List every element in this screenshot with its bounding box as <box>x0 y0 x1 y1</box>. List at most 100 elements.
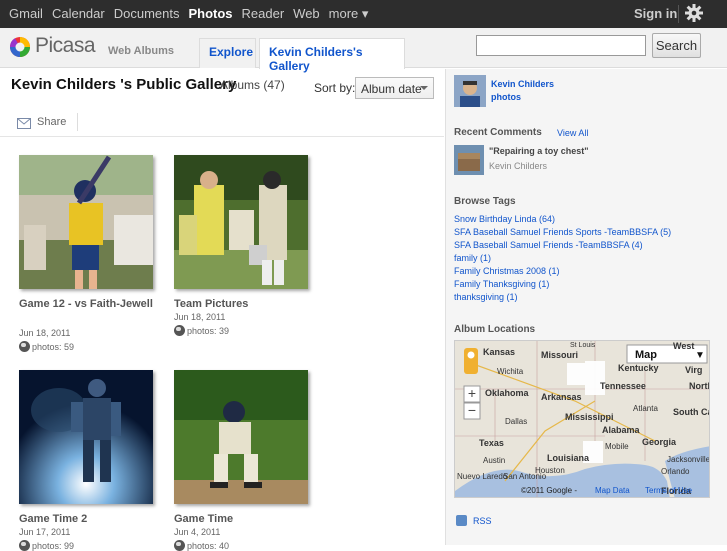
nav-more[interactable]: more ▾ <box>329 6 369 21</box>
search-input[interactable] <box>476 35 646 56</box>
nav-web[interactable]: Web <box>293 6 320 21</box>
tag-link[interactable]: SFA Baseball Samuel Friends -TeamBBSFA (… <box>454 240 643 250</box>
svg-text:North: North <box>689 381 710 391</box>
tag-link[interactable]: family (1) <box>454 253 491 263</box>
svg-text:Kansas: Kansas <box>483 347 515 357</box>
tag-link[interactable]: Family Christmas 2008 (1) <box>454 266 560 276</box>
globe-icon <box>19 540 30 551</box>
sort-by-value: Album date <box>361 82 422 96</box>
album-date: Jun 17, 2011 <box>19 527 71 537</box>
album-date: Jun 18, 2011 <box>19 328 71 338</box>
zoom-out-button[interactable]: − <box>463 402 481 420</box>
album-photo-count: photos: 40 <box>174 540 229 551</box>
album-date: Jun 18, 2011 <box>174 312 226 322</box>
album-locations-map[interactable]: + − Map ▼ Kansas Missouri St Louis Wichi… <box>454 340 710 498</box>
comment-text[interactable]: "Repairing a toy chest" <box>489 146 589 156</box>
tag-link[interactable]: thanksgiving (1) <box>454 292 518 302</box>
album-title[interactable]: Team Pictures <box>174 296 314 312</box>
svg-text:Dallas: Dallas <box>505 417 527 426</box>
tag-link[interactable]: Snow Birthday Linda (64) <box>454 214 555 224</box>
nav-photos[interactable]: Photos <box>188 6 232 21</box>
album-card[interactable]: Game 12 - vs Faith-Jewell Jun 18, 2011 p… <box>19 155 159 355</box>
album-card[interactable]: Game Time 2 Jun 17, 2011 photos: 99 <box>19 370 159 551</box>
picasa-logo-text[interactable]: Picasa <box>35 34 96 58</box>
web-albums-label: Web Albums <box>108 45 175 57</box>
rss-link[interactable]: RSS <box>473 516 492 526</box>
comment-thumbnail[interactable] <box>454 145 484 175</box>
sort-by-select[interactable]: Album date <box>355 77 434 99</box>
page-title: Kevin Childers 's Public Gallery <box>11 76 237 93</box>
album-card[interactable]: Game Time Jun 4, 2011 photos: 40 <box>174 370 314 551</box>
google-bar-nav: Gmail Calendar Documents Photos Reader Web mor… <box>9 6 377 22</box>
sign-in-link[interactable]: Sign in <box>634 6 677 21</box>
album-locations-heading: Album Locations <box>454 324 536 335</box>
zoom-in-button[interactable]: + <box>463 385 481 403</box>
nav-calendar[interactable]: Calendar <box>52 6 105 21</box>
comment-author: Kevin Childers <box>489 161 548 171</box>
nav-documents[interactable]: Documents <box>114 6 180 21</box>
user-name-link[interactable]: Kevin Childers <box>491 79 554 89</box>
svg-text:Alabama: Alabama <box>602 425 641 435</box>
nav-reader[interactable]: Reader <box>242 6 285 21</box>
album-photo-count-text: photos: 39 <box>187 326 230 336</box>
svg-text:Orlando: Orlando <box>661 467 690 476</box>
envelope-icon[interactable] <box>17 118 31 129</box>
search-button[interactable]: Search <box>652 33 701 58</box>
tab-gallery[interactable]: Kevin Childers's Gallery <box>259 38 405 73</box>
sidebar: Kevin Childers photos Recent Comments Vi… <box>445 69 727 545</box>
album-card[interactable]: Team Pictures Jun 18, 2011 photos: 39 <box>174 155 314 355</box>
browse-tags-heading: Browse Tags <box>454 196 516 207</box>
svg-text:©2011 Google -: ©2011 Google - <box>521 486 577 495</box>
nav-gmail[interactable]: Gmail <box>9 6 43 21</box>
tag-link[interactable]: Family Thanksgiving (1) <box>454 279 549 289</box>
globe-icon <box>19 341 30 352</box>
svg-text:Map: Map <box>635 349 657 361</box>
albums-count: Albums (47) <box>220 78 285 92</box>
svg-text:Virg: Virg <box>685 365 702 375</box>
album-photo-count: photos: 99 <box>19 540 74 551</box>
album-photo-count-text: photos: 99 <box>32 541 75 551</box>
terms-link[interactable]: Terms of Use <box>645 486 693 495</box>
rss-icon[interactable] <box>456 515 467 526</box>
content-divider <box>0 136 444 137</box>
globe-icon <box>174 540 185 551</box>
svg-text:South Carolina: South Carolina <box>673 407 710 417</box>
album-photo-count-text: photos: 59 <box>32 342 75 352</box>
picasa-header: Picasa Web Albums Explore Kevin Childers… <box>0 28 727 73</box>
svg-text:Austin: Austin <box>483 456 505 465</box>
svg-text:Jacksonville: Jacksonville <box>667 455 710 464</box>
map-type-select[interactable]: Map ▼ <box>626 344 708 364</box>
view-all-link[interactable]: View All <box>557 128 588 138</box>
svg-text:+: + <box>468 385 476 401</box>
svg-text:Georgia: Georgia <box>642 437 677 447</box>
tag-link[interactable]: SFA Baseball Samuel Friends Sports -Team… <box>454 227 671 237</box>
svg-text:Nuevo Laredo: Nuevo Laredo <box>457 472 508 481</box>
map-data-link[interactable]: Map Data <box>595 486 630 495</box>
picasa-logo-icon[interactable] <box>9 36 31 58</box>
svg-text:Kentucky: Kentucky <box>618 363 659 373</box>
gear-icon[interactable] <box>684 3 704 23</box>
gbar-divider <box>678 5 679 23</box>
svg-text:▼: ▼ <box>695 350 705 361</box>
album-title[interactable]: Game 12 - vs Faith-Jewell <box>19 296 159 312</box>
chevron-down-icon <box>420 86 428 90</box>
album-photo-count: photos: 39 <box>174 325 229 336</box>
album-thumbnail[interactable] <box>19 155 153 289</box>
share-divider <box>77 113 78 131</box>
album-title[interactable]: Game Time <box>174 511 314 527</box>
album-thumbnail[interactable] <box>19 370 153 504</box>
user-photos-link[interactable]: photos <box>491 92 521 102</box>
avatar[interactable] <box>454 75 486 107</box>
album-thumbnail[interactable] <box>174 155 308 289</box>
svg-text:Louisiana: Louisiana <box>547 453 590 463</box>
album-title[interactable]: Game Time 2 <box>19 511 159 527</box>
album-photo-count-text: photos: 40 <box>187 541 230 551</box>
tab-explore[interactable]: Explore <box>199 38 256 68</box>
svg-text:Wichita: Wichita <box>497 367 524 376</box>
share-button[interactable]: Share <box>37 116 66 128</box>
svg-text:−: − <box>468 402 476 418</box>
album-thumbnail[interactable] <box>174 370 308 504</box>
globe-icon <box>174 325 185 336</box>
svg-text:Oklahoma: Oklahoma <box>485 388 530 398</box>
google-bar: Gmail Calendar Documents Photos Reader Web mor… <box>0 0 727 28</box>
